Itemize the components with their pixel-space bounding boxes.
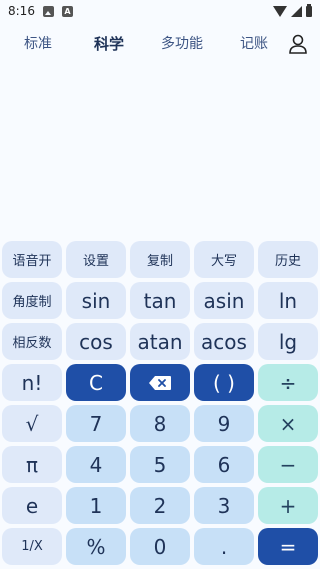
backspace-icon bbox=[149, 375, 171, 390]
ln-button[interactable]: ln bbox=[258, 282, 318, 319]
multiply-button[interactable]: × bbox=[258, 405, 318, 442]
clear-button[interactable]: C bbox=[66, 364, 126, 401]
acos-button[interactable]: acos bbox=[194, 323, 254, 360]
signal-icon bbox=[291, 5, 302, 17]
battery-icon bbox=[306, 3, 312, 17]
lg-button[interactable]: lg bbox=[258, 323, 318, 360]
tab-multifunction[interactable]: 多功能 bbox=[152, 28, 212, 60]
angle-mode-button[interactable]: 角度制 bbox=[2, 282, 62, 319]
digit-7-button[interactable]: 7 bbox=[66, 405, 126, 442]
digit-0-button[interactable]: 0 bbox=[130, 528, 190, 565]
sin-button[interactable]: sin bbox=[66, 282, 126, 319]
history-button[interactable]: 历史 bbox=[258, 241, 318, 278]
asin-button[interactable]: asin bbox=[194, 282, 254, 319]
digit-9-button[interactable]: 9 bbox=[194, 405, 254, 442]
tab-bookkeeping[interactable]: 记账 bbox=[232, 28, 276, 60]
wifi-icon bbox=[273, 5, 287, 17]
parentheses-button[interactable]: ( ) bbox=[194, 364, 254, 401]
tab-scientific[interactable]: 科学 bbox=[86, 28, 132, 60]
euler-button[interactable]: e bbox=[2, 487, 62, 524]
pi-button[interactable]: π bbox=[2, 446, 62, 483]
negate-button[interactable]: 相反数 bbox=[2, 323, 62, 360]
tan-button[interactable]: tan bbox=[130, 282, 190, 319]
digit-2-button[interactable]: 2 bbox=[130, 487, 190, 524]
sqrt-button[interactable]: √ bbox=[2, 405, 62, 442]
divide-button[interactable]: ÷ bbox=[258, 364, 318, 401]
plus-button[interactable]: + bbox=[258, 487, 318, 524]
minus-button[interactable]: − bbox=[258, 446, 318, 483]
keypad: 语音开 设置 复制 大写 历史 角度制 sin tan asin ln 相反数 … bbox=[2, 241, 318, 565]
image-notification-icon bbox=[42, 5, 54, 17]
atan-button[interactable]: atan bbox=[130, 323, 190, 360]
tab-standard[interactable]: 标准 bbox=[16, 28, 60, 60]
cos-button[interactable]: cos bbox=[66, 323, 126, 360]
app-notification-icon: A bbox=[61, 5, 73, 17]
calculator-display bbox=[0, 66, 320, 236]
equals-button[interactable]: = bbox=[258, 528, 318, 565]
mode-tabs: 标准 科学 多功能 记账 bbox=[0, 28, 320, 60]
digit-4-button[interactable]: 4 bbox=[66, 446, 126, 483]
copy-button[interactable]: 复制 bbox=[130, 241, 190, 278]
user-icon[interactable] bbox=[288, 34, 308, 54]
reciprocal-button[interactable]: 1/X bbox=[2, 528, 62, 565]
backspace-button[interactable] bbox=[130, 364, 190, 401]
uppercase-button[interactable]: 大写 bbox=[194, 241, 254, 278]
decimal-point-button[interactable]: . bbox=[194, 528, 254, 565]
status-bar: 8:16 A bbox=[0, 0, 320, 22]
digit-5-button[interactable]: 5 bbox=[130, 446, 190, 483]
factorial-button[interactable]: n! bbox=[2, 364, 62, 401]
settings-button[interactable]: 设置 bbox=[66, 241, 126, 278]
digit-6-button[interactable]: 6 bbox=[194, 446, 254, 483]
status-time: 8:16 bbox=[8, 4, 35, 18]
percent-button[interactable]: % bbox=[66, 528, 126, 565]
voice-toggle-button[interactable]: 语音开 bbox=[2, 241, 62, 278]
digit-8-button[interactable]: 8 bbox=[130, 405, 190, 442]
digit-1-button[interactable]: 1 bbox=[66, 487, 126, 524]
digit-3-button[interactable]: 3 bbox=[194, 487, 254, 524]
